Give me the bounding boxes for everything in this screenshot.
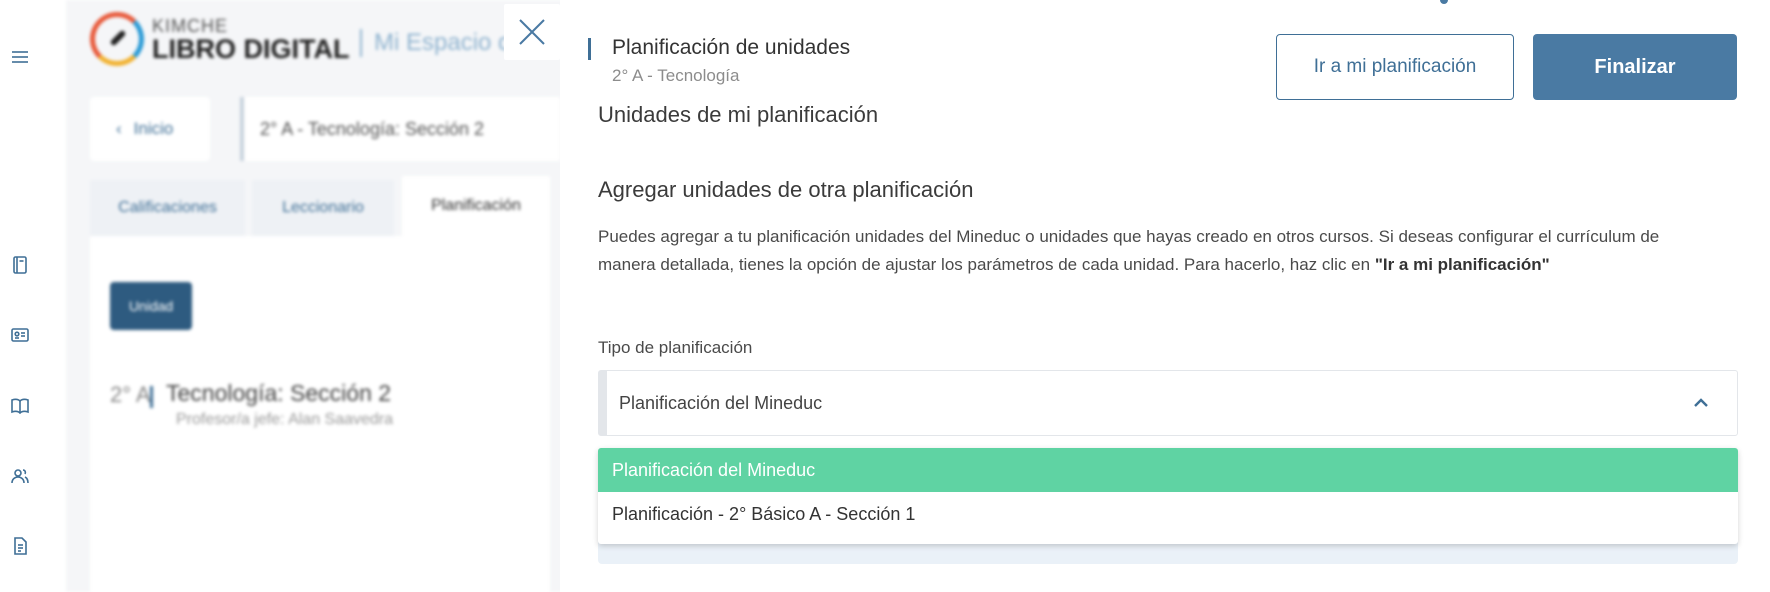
- drawer-subtitle: 2° A - Tecnología: [612, 66, 740, 85]
- course-teacher: Profesor/a jefe: Alan Saavedra: [176, 411, 394, 428]
- chevron-up-icon: [1691, 393, 1711, 413]
- option-mineduc[interactable]: Planificación del Mineduc: [598, 448, 1738, 492]
- add-units-heading: Agregar unidades de otra planificación: [598, 177, 974, 202]
- description-bold-link: "Ir a mi planificación": [1374, 255, 1550, 274]
- id-card-icon[interactable]: [8, 323, 32, 347]
- course-label: 2° A - Tecnología: Sección 2: [240, 97, 560, 161]
- background-app: KIMCHE LIBRO DIGITAL Mi Espacio d ‹ Inic…: [66, 0, 566, 592]
- drawer-title: Planificación de unidades: [612, 36, 851, 59]
- option-seccion-1[interactable]: Planificación - 2° Básico A - Sección 1: [598, 492, 1738, 536]
- document-icon[interactable]: [8, 534, 32, 558]
- chevron-left-icon: ‹: [116, 119, 122, 138]
- planning-type-select[interactable]: Planificación del Mineduc: [598, 370, 1738, 436]
- tab-planificacion[interactable]: Planificación: [402, 176, 550, 236]
- back-label: Inicio: [133, 119, 174, 138]
- menu-icon[interactable]: [8, 45, 32, 69]
- tab-bar: Calificaciones Leccionario Planificación: [90, 176, 550, 236]
- planning-type-options: Planificación del Mineduc Planificación …: [598, 448, 1738, 544]
- top-indicator: [1440, 0, 1448, 4]
- kimche-logo: KIMCHE LIBRO DIGITAL Mi Espacio d: [88, 12, 518, 70]
- tab-calificaciones[interactable]: Calificaciones: [90, 180, 245, 236]
- title-accent-bar: [588, 38, 591, 60]
- breadcrumb: ‹ Inicio 2° A - Tecnología: Sección 2: [90, 97, 560, 161]
- users-icon[interactable]: [8, 464, 32, 488]
- my-units-heading: Unidades de mi planificación: [598, 102, 879, 127]
- tab-leccionario[interactable]: Leccionario: [252, 180, 394, 236]
- logo-libro-text: LIBRO DIGITAL: [152, 34, 350, 64]
- finish-button[interactable]: Finalizar: [1533, 34, 1737, 100]
- book-icon[interactable]: [8, 394, 32, 418]
- grade-separator: [150, 386, 153, 408]
- planning-type-label: Tipo de planificación: [598, 338, 753, 357]
- close-icon: [519, 19, 545, 45]
- notebook-icon[interactable]: [8, 253, 32, 277]
- course-subject: Tecnología: Sección 2: [166, 380, 392, 406]
- back-button[interactable]: ‹ Inicio: [90, 97, 210, 161]
- unit-planning-drawer: Planificación de unidades 2° A - Tecnolo…: [560, 0, 1770, 592]
- course-panel: Unidad 2° A Tecnología: Sección 2 Profes…: [90, 236, 550, 592]
- course-grade: 2° A: [110, 382, 151, 407]
- logo-espacio-text: Mi Espacio d: [360, 29, 511, 57]
- select-value: Planificación del Mineduc: [619, 392, 823, 413]
- go-to-planning-button[interactable]: Ir a mi planificación: [1276, 34, 1514, 100]
- add-units-description: Puedes agregar a tu planificación unidad…: [598, 223, 1718, 279]
- unit-button[interactable]: Unidad: [110, 282, 192, 330]
- close-drawer-button[interactable]: [504, 4, 560, 60]
- compass-logo-icon: [90, 12, 144, 66]
- icon-rail: [0, 0, 66, 592]
